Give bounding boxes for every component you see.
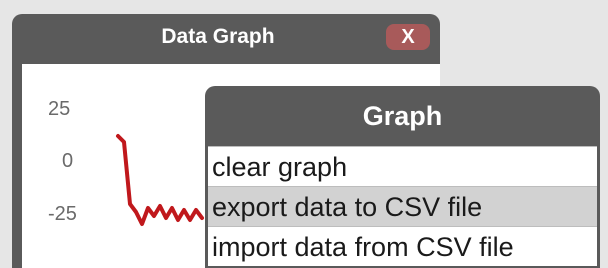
graph-titlebar[interactable]: Data Graph X (12, 14, 440, 60)
menu-item-export-csv[interactable]: export data to CSV file (208, 186, 597, 226)
graph-title: Data Graph (161, 25, 275, 48)
graph-menu: Graph clear graph export data to CSV fil… (205, 86, 600, 268)
series-line (116, 134, 204, 226)
close-button[interactable]: X (386, 24, 430, 50)
menu-title: Graph (362, 100, 443, 131)
menu-item-import-csv[interactable]: import data from CSV file (208, 226, 597, 266)
close-icon: X (401, 25, 415, 48)
menu-item-clear-graph[interactable]: clear graph (208, 146, 597, 186)
